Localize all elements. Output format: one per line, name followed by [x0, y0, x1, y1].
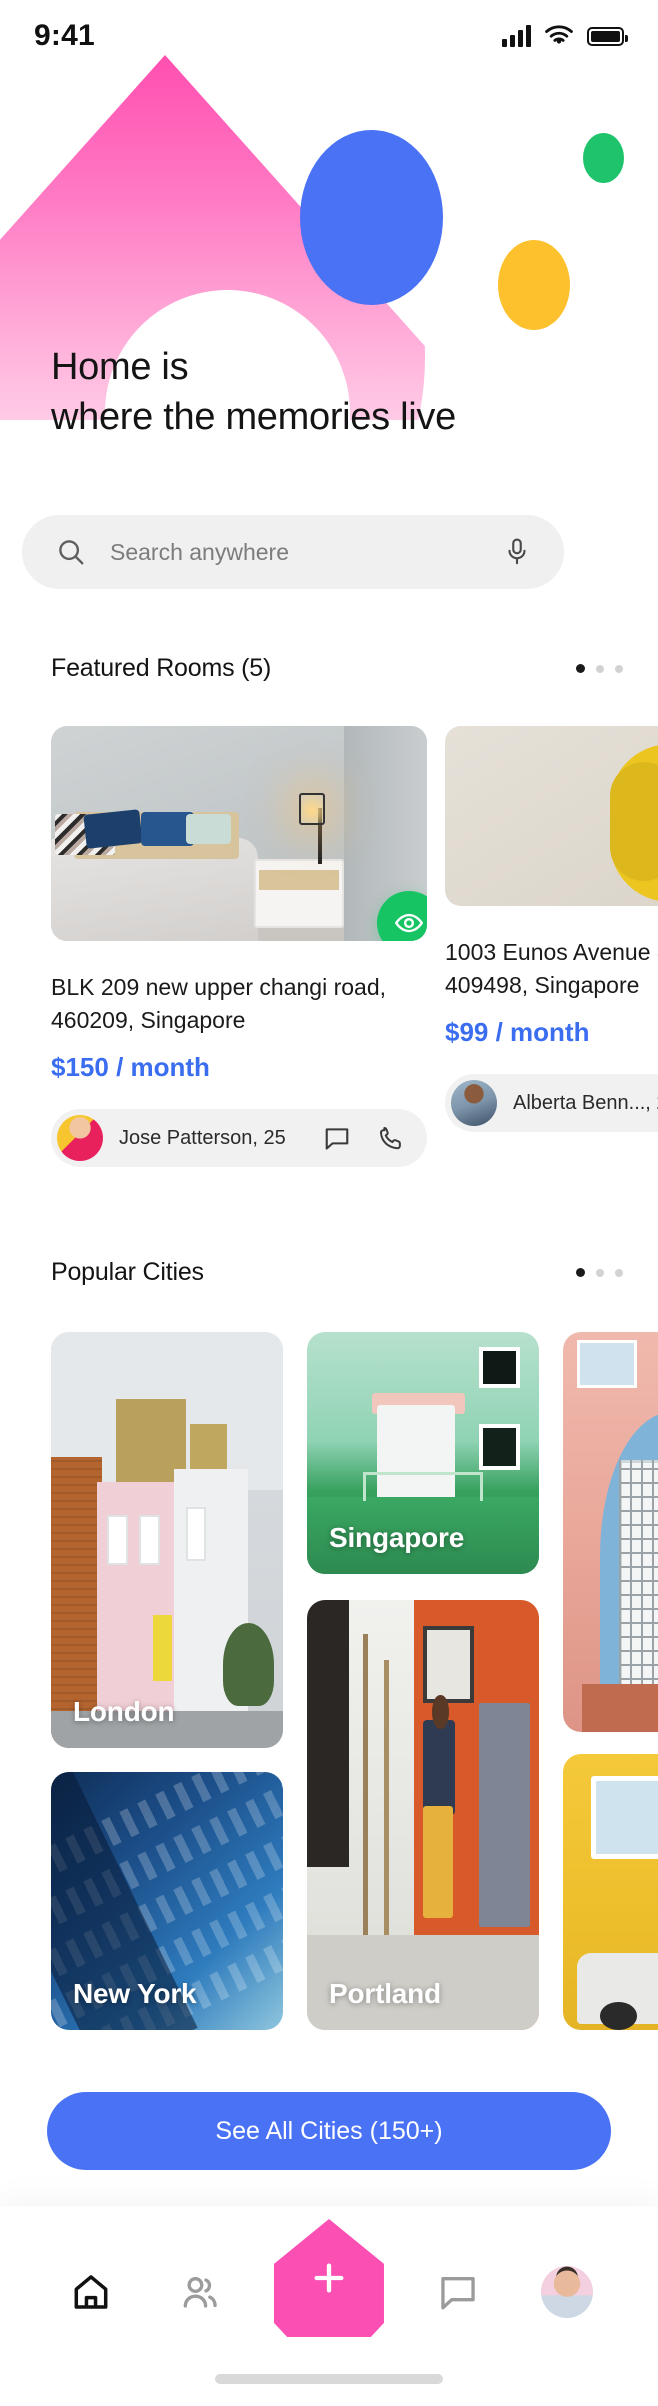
- blue-circle: [300, 130, 443, 305]
- nav-item-messages[interactable]: [422, 2256, 494, 2328]
- room-host-row[interactable]: Alberta Benn..., 23: [445, 1074, 658, 1133]
- london-townhouses-photo: [51, 1332, 283, 1748]
- room-price: $99 / month: [445, 1017, 590, 1048]
- popular-cities-title: Popular Cities: [51, 1258, 204, 1286]
- nav-item-people[interactable]: [164, 2256, 236, 2328]
- yellow-wall-car-photo: [563, 1754, 658, 2030]
- pink-building-doorway-photo: [563, 1332, 658, 1732]
- pagination-dot[interactable]: [576, 664, 585, 673]
- battery-icon: [587, 26, 628, 46]
- status-icons: [502, 25, 628, 47]
- avatar: [57, 1115, 103, 1162]
- yellow-sofa-photo: [445, 726, 658, 906]
- pagination-dot[interactable]: [596, 1268, 604, 1277]
- featured-rooms-pagination[interactable]: [576, 664, 623, 673]
- status-bar: 9:41: [0, 0, 658, 72]
- bottom-nav-items: [0, 2219, 658, 2340]
- add-listing-button[interactable]: [273, 2219, 384, 2337]
- room-image[interactable]: [445, 726, 658, 906]
- home-icon: [74, 2275, 108, 2309]
- city-card-partial-right-bottom[interactable]: [563, 1754, 658, 2030]
- city-card-london[interactable]: London: [51, 1332, 283, 1748]
- eye-icon: [394, 913, 424, 933]
- room-card[interactable]: BLK 209 new upper changi road, 460209, S…: [51, 726, 427, 1168]
- city-card-partial-right-top[interactable]: [563, 1332, 658, 1732]
- host-name: Alberta Benn..., 23: [513, 1091, 658, 1114]
- people-icon: [184, 2277, 218, 2308]
- headline-line-1: Home is: [51, 346, 189, 388]
- search-bar[interactable]: [22, 515, 564, 589]
- popular-cities-grid[interactable]: London Singapore New York Portland: [0, 1322, 658, 2030]
- wifi-icon: [545, 25, 573, 44]
- app-screen: 9:41 Home is where the memories live Sea…: [0, 0, 658, 2406]
- featured-rooms-title: Featured Rooms (5): [51, 654, 272, 682]
- pagination-dot[interactable]: [615, 664, 623, 673]
- pagination-dot[interactable]: [596, 664, 604, 673]
- room-host-row[interactable]: Jose Patterson, 25: [51, 1109, 427, 1168]
- see-all-cities-button[interactable]: See All Cities (150+): [47, 2092, 611, 2170]
- featured-rooms-carousel[interactable]: BLK 209 new upper changi road, 460209, S…: [0, 726, 658, 1206]
- home-indicator: [215, 2374, 443, 2384]
- phone-icon[interactable]: [377, 1124, 405, 1152]
- city-label: Singapore: [329, 1522, 465, 1553]
- host-name: Jose Patterson, 25: [119, 1126, 286, 1149]
- host-actions: [323, 1124, 405, 1152]
- popular-cities-header: Popular Cities: [51, 1258, 623, 1287]
- room-address: 1003 Eunos Avenue 8 01-39, 409498, Singa…: [445, 939, 658, 998]
- status-time: 9:41: [34, 19, 95, 52]
- search-icon: [59, 540, 84, 565]
- popular-cities-pagination[interactable]: [576, 1268, 623, 1277]
- chat-icon[interactable]: [323, 1124, 351, 1152]
- nav-item-home[interactable]: [55, 2256, 127, 2328]
- avatar: [541, 2266, 594, 2318]
- signal-bars-icon: [502, 25, 531, 47]
- room-address: BLK 209 new upper changi road, 460209, S…: [51, 974, 387, 1033]
- page-title: Home is where the memories live: [51, 342, 456, 442]
- nav-item-profile[interactable]: [531, 2256, 603, 2328]
- city-label: New York: [73, 1978, 197, 2009]
- pagination-dot[interactable]: [615, 1268, 623, 1277]
- city-label: London: [73, 1696, 175, 1727]
- chat-icon: [440, 2277, 475, 2310]
- headline-line-2: where the memories live: [51, 396, 456, 439]
- featured-rooms-header: Featured Rooms (5): [51, 654, 623, 683]
- search-input[interactable]: [110, 538, 504, 566]
- room-card[interactable]: 1003 Eunos Avenue 8 01-39, 409498, Singa…: [445, 726, 658, 1133]
- pagination-dot[interactable]: [576, 1268, 585, 1277]
- bedroom-photo: [51, 726, 427, 941]
- city-card-new-york[interactable]: New York: [51, 1772, 283, 2030]
- city-card-portland[interactable]: Portland: [307, 1600, 539, 2030]
- green-circle: [583, 133, 624, 183]
- portland-street-walker-photo: [307, 1600, 539, 2030]
- city-card-singapore[interactable]: Singapore: [307, 1332, 539, 1574]
- plus-icon: [314, 2263, 344, 2293]
- room-image[interactable]: [51, 726, 427, 941]
- city-label: Portland: [329, 1978, 441, 2009]
- avatar: [451, 1080, 497, 1127]
- room-price: $150 / month: [51, 1052, 210, 1083]
- yellow-circle: [498, 240, 570, 330]
- microphone-icon[interactable]: [504, 537, 530, 567]
- bottom-navigation: [0, 2206, 658, 2406]
